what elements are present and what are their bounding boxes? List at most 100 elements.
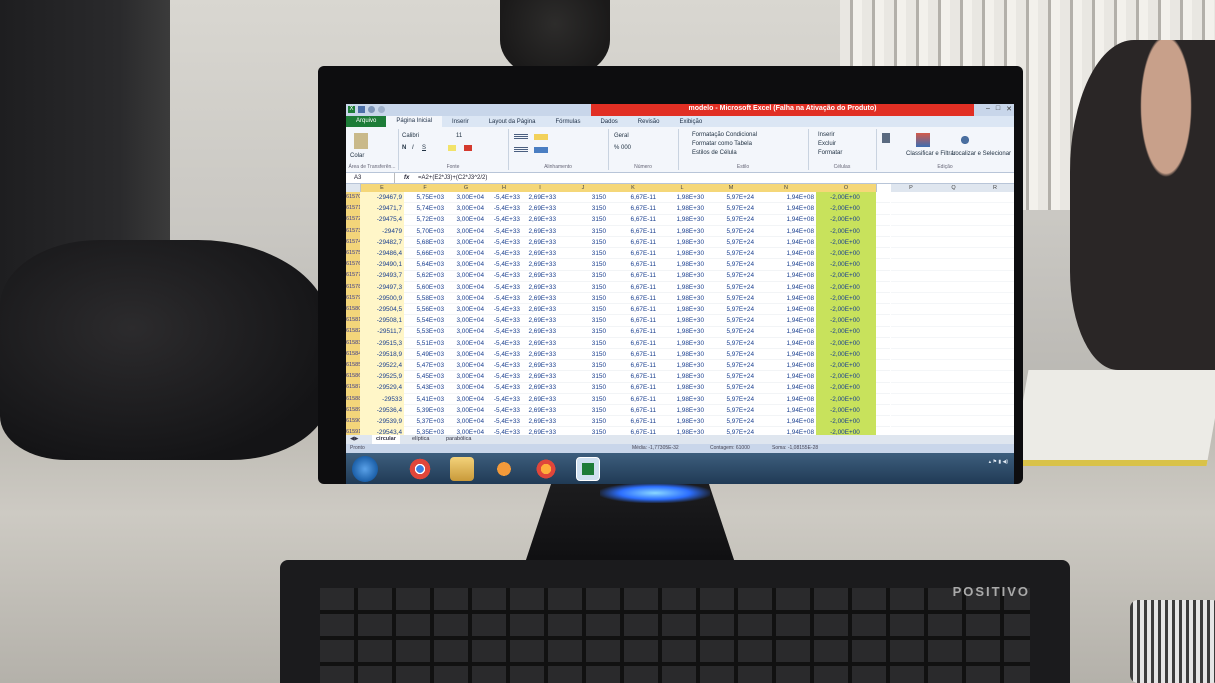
cell-g[interactable]: 3,00E+04: [446, 360, 486, 371]
cell-o[interactable]: -2,00E+00: [816, 214, 876, 226]
cell-g[interactable]: 3,00E+04: [446, 326, 486, 337]
row-header[interactable]: 61582: [346, 326, 361, 338]
excel-taskbar-icon[interactable]: [576, 457, 600, 481]
cell-f[interactable]: 5,64E+03: [404, 259, 446, 270]
cell-e[interactable]: -29467,9: [360, 192, 404, 204]
row-header[interactable]: 61585: [346, 360, 361, 372]
cell-h[interactable]: -5,4E+33: [486, 248, 522, 259]
cell-j[interactable]: 3150: [558, 270, 608, 281]
cell-h[interactable]: -5,4E+33: [486, 259, 522, 270]
cell-i[interactable]: 2,69E+33: [522, 192, 558, 203]
row-header[interactable]: 61570: [346, 192, 361, 204]
fx-icon[interactable]: fx: [404, 173, 409, 183]
cell-m[interactable]: 5,97E+24: [706, 203, 756, 214]
cell-o[interactable]: -2,00E+00: [816, 192, 876, 204]
cell-e[interactable]: -29504,5: [360, 304, 404, 316]
cell-j[interactable]: 3150: [558, 226, 608, 237]
paste-button[interactable]: Colar: [350, 153, 364, 159]
column-header-f[interactable]: F: [404, 184, 447, 192]
cell-j[interactable]: 3150: [558, 248, 608, 259]
cell-h[interactable]: -5,4E+33: [486, 405, 522, 416]
cell-j[interactable]: 3150: [558, 282, 608, 293]
cell-e[interactable]: -29539,9: [360, 416, 404, 428]
cell-i[interactable]: 2,69E+33: [522, 270, 558, 281]
cell-k[interactable]: 6,67E-11: [608, 304, 658, 315]
cell-l[interactable]: 1,98E+30: [658, 382, 706, 393]
cell-i[interactable]: 2,69E+33: [522, 416, 558, 427]
cell-o[interactable]: -2,00E+00: [816, 281, 876, 293]
cell-i[interactable]: 2,69E+33: [522, 371, 558, 382]
cell-j[interactable]: 3150: [558, 394, 608, 405]
cell-n[interactable]: 1,94E+08: [756, 237, 816, 248]
cell-m[interactable]: 5,97E+24: [706, 304, 756, 315]
cell-h[interactable]: -5,4E+33: [486, 349, 522, 360]
undo-icon[interactable]: [368, 106, 375, 113]
cell-e[interactable]: -29529,4: [360, 382, 404, 394]
row-header[interactable]: 61575: [346, 248, 361, 260]
column-header-m[interactable]: M: [706, 184, 757, 192]
cell-l[interactable]: 1,98E+30: [658, 349, 706, 360]
cell-i[interactable]: 2,69E+33: [522, 226, 558, 237]
cell-l[interactable]: 1,98E+30: [658, 214, 706, 225]
redo-icon[interactable]: [378, 106, 385, 113]
cell-h[interactable]: -5,4E+33: [486, 382, 522, 393]
font-size-select[interactable]: 11: [456, 133, 462, 139]
cell-i[interactable]: 2,69E+33: [522, 282, 558, 293]
column-header-q[interactable]: Q: [931, 184, 977, 192]
restore-icon[interactable]: □: [996, 105, 1000, 113]
tab-data[interactable]: Dados: [590, 119, 627, 125]
cell-f[interactable]: 5,68E+03: [404, 237, 446, 248]
row-header[interactable]: 61579: [346, 292, 361, 304]
cell-l[interactable]: 1,98E+30: [658, 248, 706, 259]
cell-o[interactable]: -2,00E+00: [816, 360, 876, 372]
align-middle-icon[interactable]: [534, 134, 548, 140]
cell-o[interactable]: -2,00E+00: [816, 259, 876, 271]
cell-l[interactable]: 1,98E+30: [658, 326, 706, 337]
cell-j[interactable]: 3150: [558, 214, 608, 225]
column-header-r[interactable]: R: [976, 184, 1014, 192]
cell-l[interactable]: 1,98E+30: [658, 371, 706, 382]
cell-n[interactable]: 1,94E+08: [756, 282, 816, 293]
row-header[interactable]: 61588: [346, 393, 361, 405]
sheet-tab-circular[interactable]: circular: [372, 435, 400, 444]
cell-n[interactable]: 1,94E+08: [756, 405, 816, 416]
cell-k[interactable]: 6,67E-11: [608, 226, 658, 237]
cell-k[interactable]: 6,67E-11: [608, 214, 658, 225]
cell-e[interactable]: -29471,7: [360, 203, 404, 215]
cell-i[interactable]: 2,69E+33: [522, 405, 558, 416]
align-top-icon[interactable]: [514, 134, 528, 140]
cell-e[interactable]: -29486,4: [360, 248, 404, 260]
cell-o[interactable]: -2,00E+00: [816, 337, 876, 349]
row-header[interactable]: 61572: [346, 214, 361, 226]
cell-k[interactable]: 6,67E-11: [608, 416, 658, 427]
cell-g[interactable]: 3,00E+04: [446, 371, 486, 382]
align-center-icon[interactable]: [534, 147, 548, 153]
cell-e[interactable]: -29515,3: [360, 337, 404, 349]
cell-n[interactable]: 1,94E+08: [756, 192, 816, 203]
cell-j[interactable]: 3150: [558, 416, 608, 427]
tab-view[interactable]: Exibição: [669, 119, 712, 125]
cell-k[interactable]: 6,67E-11: [608, 248, 658, 259]
cell-g[interactable]: 3,00E+04: [446, 416, 486, 427]
column-header-k[interactable]: K: [608, 184, 659, 192]
cell-f[interactable]: 5,66E+03: [404, 248, 446, 259]
cell-h[interactable]: -5,4E+33: [486, 338, 522, 349]
cell-i[interactable]: 2,69E+33: [522, 394, 558, 405]
cell-m[interactable]: 5,97E+24: [706, 405, 756, 416]
cell-o[interactable]: -2,00E+00: [816, 203, 876, 215]
cell-g[interactable]: 3,00E+04: [446, 270, 486, 281]
cell-e[interactable]: -29525,9: [360, 371, 404, 383]
cell-g[interactable]: 3,00E+04: [446, 405, 486, 416]
cell-e[interactable]: -29522,4: [360, 360, 404, 372]
cell-g[interactable]: 3,00E+04: [446, 237, 486, 248]
sort-filter-button[interactable]: Classificar e Filtrar: [906, 151, 956, 157]
cell-l[interactable]: 1,98E+30: [658, 270, 706, 281]
save-icon[interactable]: [358, 106, 365, 113]
cell-k[interactable]: 6,67E-11: [608, 293, 658, 304]
cell-m[interactable]: 5,97E+24: [706, 349, 756, 360]
cell-m[interactable]: 5,97E+24: [706, 338, 756, 349]
sort-filter-icon[interactable]: [916, 133, 930, 147]
cell-e[interactable]: -29508,1: [360, 315, 404, 327]
cell-m[interactable]: 5,97E+24: [706, 416, 756, 427]
bold-button[interactable]: N: [402, 145, 406, 151]
